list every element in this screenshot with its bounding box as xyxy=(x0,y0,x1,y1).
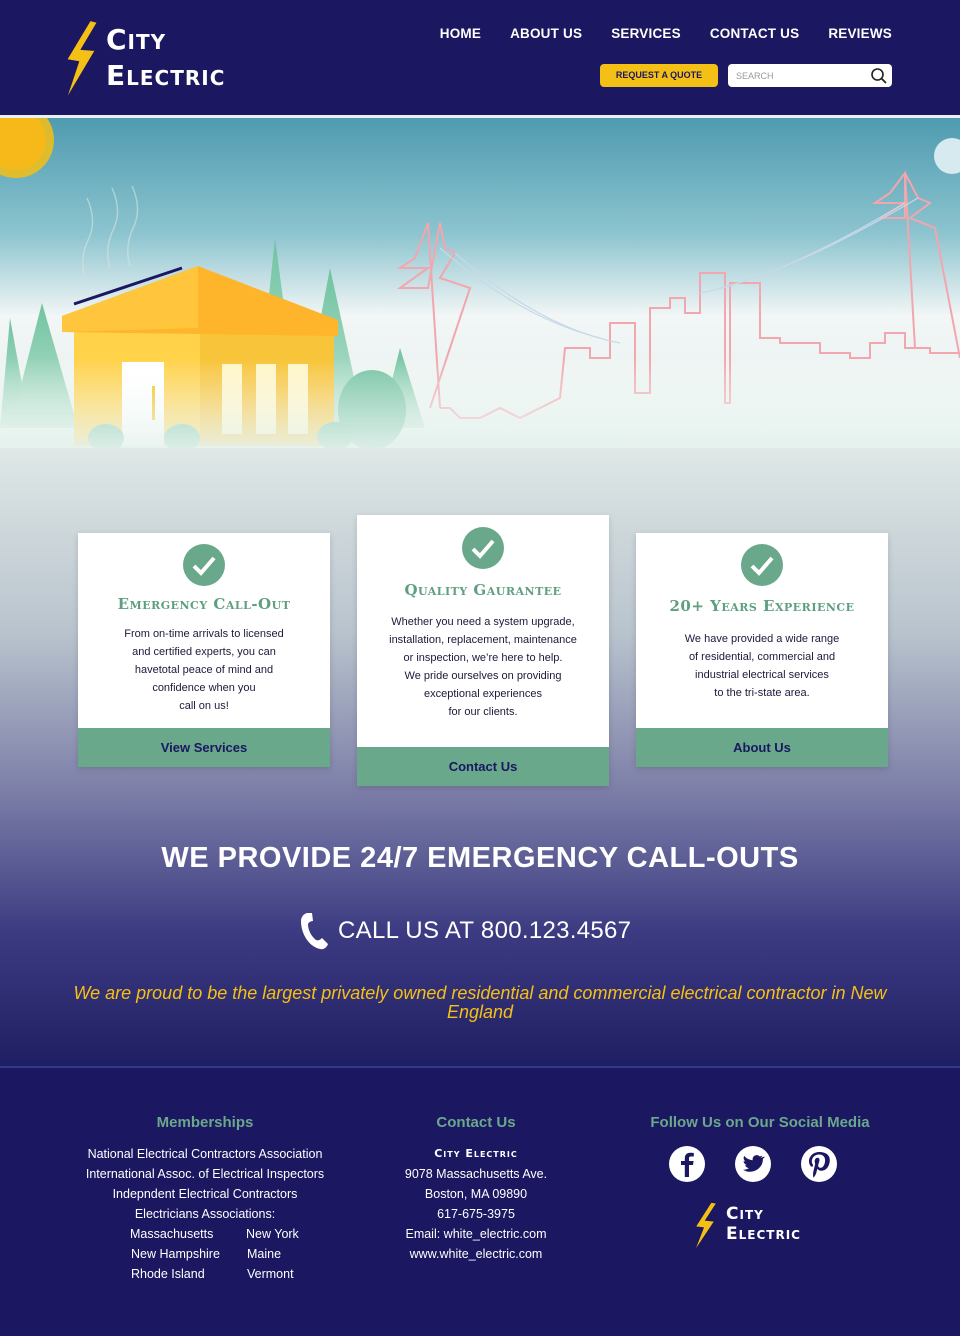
state-item: Rhode Island xyxy=(131,1267,205,1281)
card-title: Quality Gaurantee xyxy=(404,581,562,599)
logo-line-2: Electric xyxy=(106,59,226,92)
facebook-icon[interactable] xyxy=(669,1146,705,1182)
lightning-bolt-icon xyxy=(692,1202,718,1254)
pylon-right xyxy=(871,170,960,359)
call-us[interactable]: CALL US AT 800.123.4567 xyxy=(298,906,631,956)
twitter-icon[interactable] xyxy=(735,1146,771,1182)
hero-scene xyxy=(0,118,960,448)
card-quality: Quality Gaurantee Whether you need a sys… xyxy=(357,515,609,786)
about-us-button[interactable]: About Us xyxy=(636,728,888,767)
hero-illustration xyxy=(0,118,960,448)
main-nav: HOME ABOUT US SERVICES CONTACT US REVIEW… xyxy=(440,26,892,41)
nav-about-us[interactable]: ABOUT US xyxy=(510,26,582,41)
site-header: City Electric HOME ABOUT US SERVICES CON… xyxy=(0,0,960,115)
pinterest-icon[interactable] xyxy=(801,1146,837,1182)
footer-logo[interactable]: City Electric xyxy=(692,1202,842,1258)
phone-icon xyxy=(301,913,328,950)
contact-title: Contact Us xyxy=(436,1114,516,1131)
search-icon[interactable] xyxy=(870,67,888,85)
contact-email[interactable]: Email: white_electric.com xyxy=(360,1224,592,1244)
search-box xyxy=(728,64,892,87)
contact-phone[interactable]: 617-675-3975 xyxy=(360,1204,592,1224)
memberships-list: National Electrical Contractors Associat… xyxy=(60,1144,350,1224)
memberships-title: Memberships xyxy=(156,1114,254,1131)
membership-item: National Electrical Contractors Associat… xyxy=(87,1147,323,1161)
card-experience: 20+ Years Experience We have provided a … xyxy=(636,533,888,767)
card-emergency: Emergency Call-Out From on-time arrivals… xyxy=(78,533,330,767)
footer-logo-line-2: Electric xyxy=(726,1224,801,1244)
nav-services[interactable]: SERVICES xyxy=(611,26,681,41)
nav-reviews[interactable]: REVIEWS xyxy=(828,26,892,41)
membership-item: International Assoc. of Electrical Inspe… xyxy=(85,1167,325,1181)
footer-logo-text: City Electric xyxy=(726,1204,801,1244)
emergency-heading: WE PROVIDE 24/7 EMERGENCY CALL-OUTS xyxy=(161,842,799,874)
card-title: 20+ Years Experience xyxy=(669,597,855,615)
social-links xyxy=(669,1146,837,1182)
state-item: New Hampshire xyxy=(131,1247,220,1261)
contact-list: City Electric 9078 Massachusetts Ave. Bo… xyxy=(360,1144,592,1264)
contact-brand: City Electric xyxy=(434,1147,518,1160)
view-services-button[interactable]: View Services xyxy=(78,728,330,767)
moon xyxy=(934,138,960,174)
contact-line: Boston, MA 09890 xyxy=(424,1187,528,1201)
card-text: Whether you need a system upgrade, insta… xyxy=(389,616,577,718)
state-item: Massachusetts xyxy=(130,1227,214,1241)
membership-item: Electricians Associations: xyxy=(134,1207,276,1221)
footer-logo-line-1: City xyxy=(726,1204,764,1224)
check-circle-icon xyxy=(462,527,504,569)
call-us-text: CALL US AT 800.123.4567 xyxy=(338,917,632,944)
state-item: Vermont xyxy=(247,1267,294,1281)
card-text: We have provided a wide range of residen… xyxy=(684,633,840,699)
nav-home[interactable]: HOME xyxy=(440,26,481,41)
site-footer: Memberships National Electrical Contract… xyxy=(0,1066,960,1336)
contact-line: 9078 Massachusetts Ave. xyxy=(404,1167,548,1181)
state-item: Maine xyxy=(247,1247,282,1261)
lightning-bolt-icon xyxy=(63,20,100,104)
request-quote-button[interactable]: REQUEST A QUOTE xyxy=(600,64,718,87)
contact-website[interactable]: www.white_electric.com xyxy=(360,1244,592,1264)
logo-line-1: City xyxy=(106,23,167,56)
membership-item: Indepndent Electrical Contractors xyxy=(112,1187,298,1201)
check-circle-icon xyxy=(183,544,225,586)
card-text: From on-time arrivals to licensed and ce… xyxy=(124,628,284,712)
search-input[interactable] xyxy=(736,64,866,87)
state-item: New York xyxy=(246,1227,299,1241)
logo-text: City Electric xyxy=(106,22,225,94)
card-title: Emergency Call-Out xyxy=(117,595,291,613)
check-circle-icon xyxy=(741,544,783,586)
social-title: Follow Us on Our Social Media xyxy=(650,1114,870,1131)
nav-contact-us[interactable]: CONTACT US xyxy=(710,26,800,41)
contact-us-button[interactable]: Contact Us xyxy=(357,747,609,786)
tagline: We are proud to be the largest privately… xyxy=(73,983,887,1022)
site-logo[interactable]: City Electric xyxy=(62,20,262,105)
